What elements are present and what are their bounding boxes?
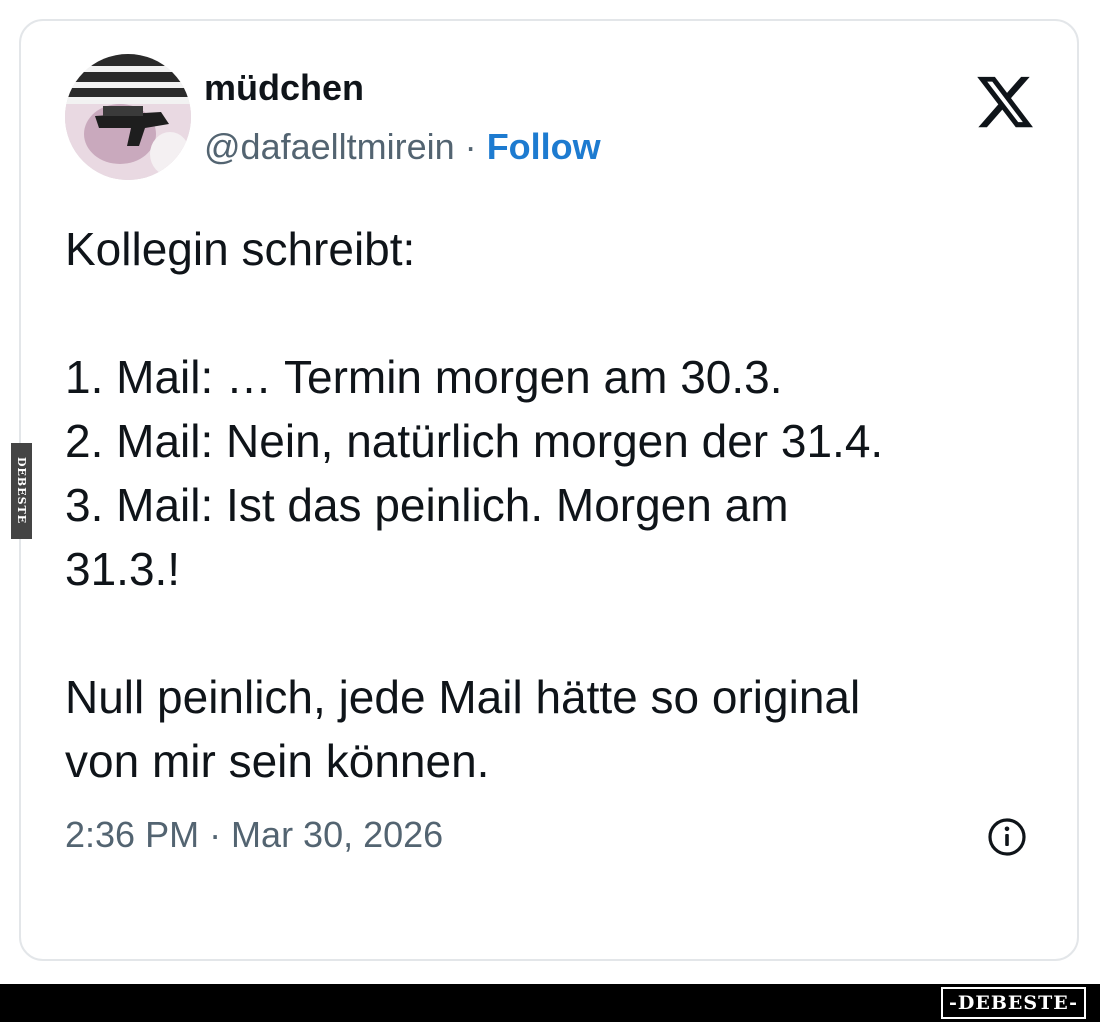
handle-separator: · (464, 126, 477, 167)
tweet-text-line (65, 281, 1055, 345)
tweet-timestamp[interactable]: 2:36 PM · Mar 30, 2026 (65, 814, 443, 856)
tweet-text-line: 31.3.! (65, 543, 181, 595)
tweet-text-line (65, 601, 1055, 665)
author-display-name[interactable]: müdchen (204, 67, 364, 109)
avatar[interactable] (65, 54, 191, 180)
tweet-text-line: 2. Mail: Nein, natürlich morgen der 31.4… (65, 415, 884, 467)
author-handle[interactable]: @dafaelltmirein (204, 126, 455, 167)
tweet-text-line: von mir sein können. (65, 735, 490, 787)
debeste-logo: -DEBESTE- (941, 987, 1086, 1019)
side-watermark: DEBESTE (11, 443, 32, 539)
bottom-watermark-bar: -DEBESTE- (0, 984, 1100, 1022)
author-handle-row: @dafaelltmirein · Follow (204, 126, 601, 168)
tweet-text-line: 3. Mail: Ist das peinlich. Morgen am (65, 479, 789, 531)
tweet-body: Kollegin schreibt: 1. Mail: … Termin mor… (65, 217, 1055, 793)
follow-button[interactable]: Follow (487, 126, 601, 167)
info-icon[interactable] (986, 816, 1028, 858)
tweet-text-line: Null peinlich, jede Mail hätte so origin… (65, 671, 861, 723)
tweet-card: müdchen @dafaelltmirein · Follow Kollegi… (19, 19, 1079, 961)
x-logo-icon[interactable] (974, 71, 1036, 133)
tweet-text-line: Kollegin schreibt: (65, 223, 416, 275)
tweet-text-line: 1. Mail: … Termin morgen am 30.3. (65, 351, 783, 403)
avatar-image (65, 54, 191, 180)
